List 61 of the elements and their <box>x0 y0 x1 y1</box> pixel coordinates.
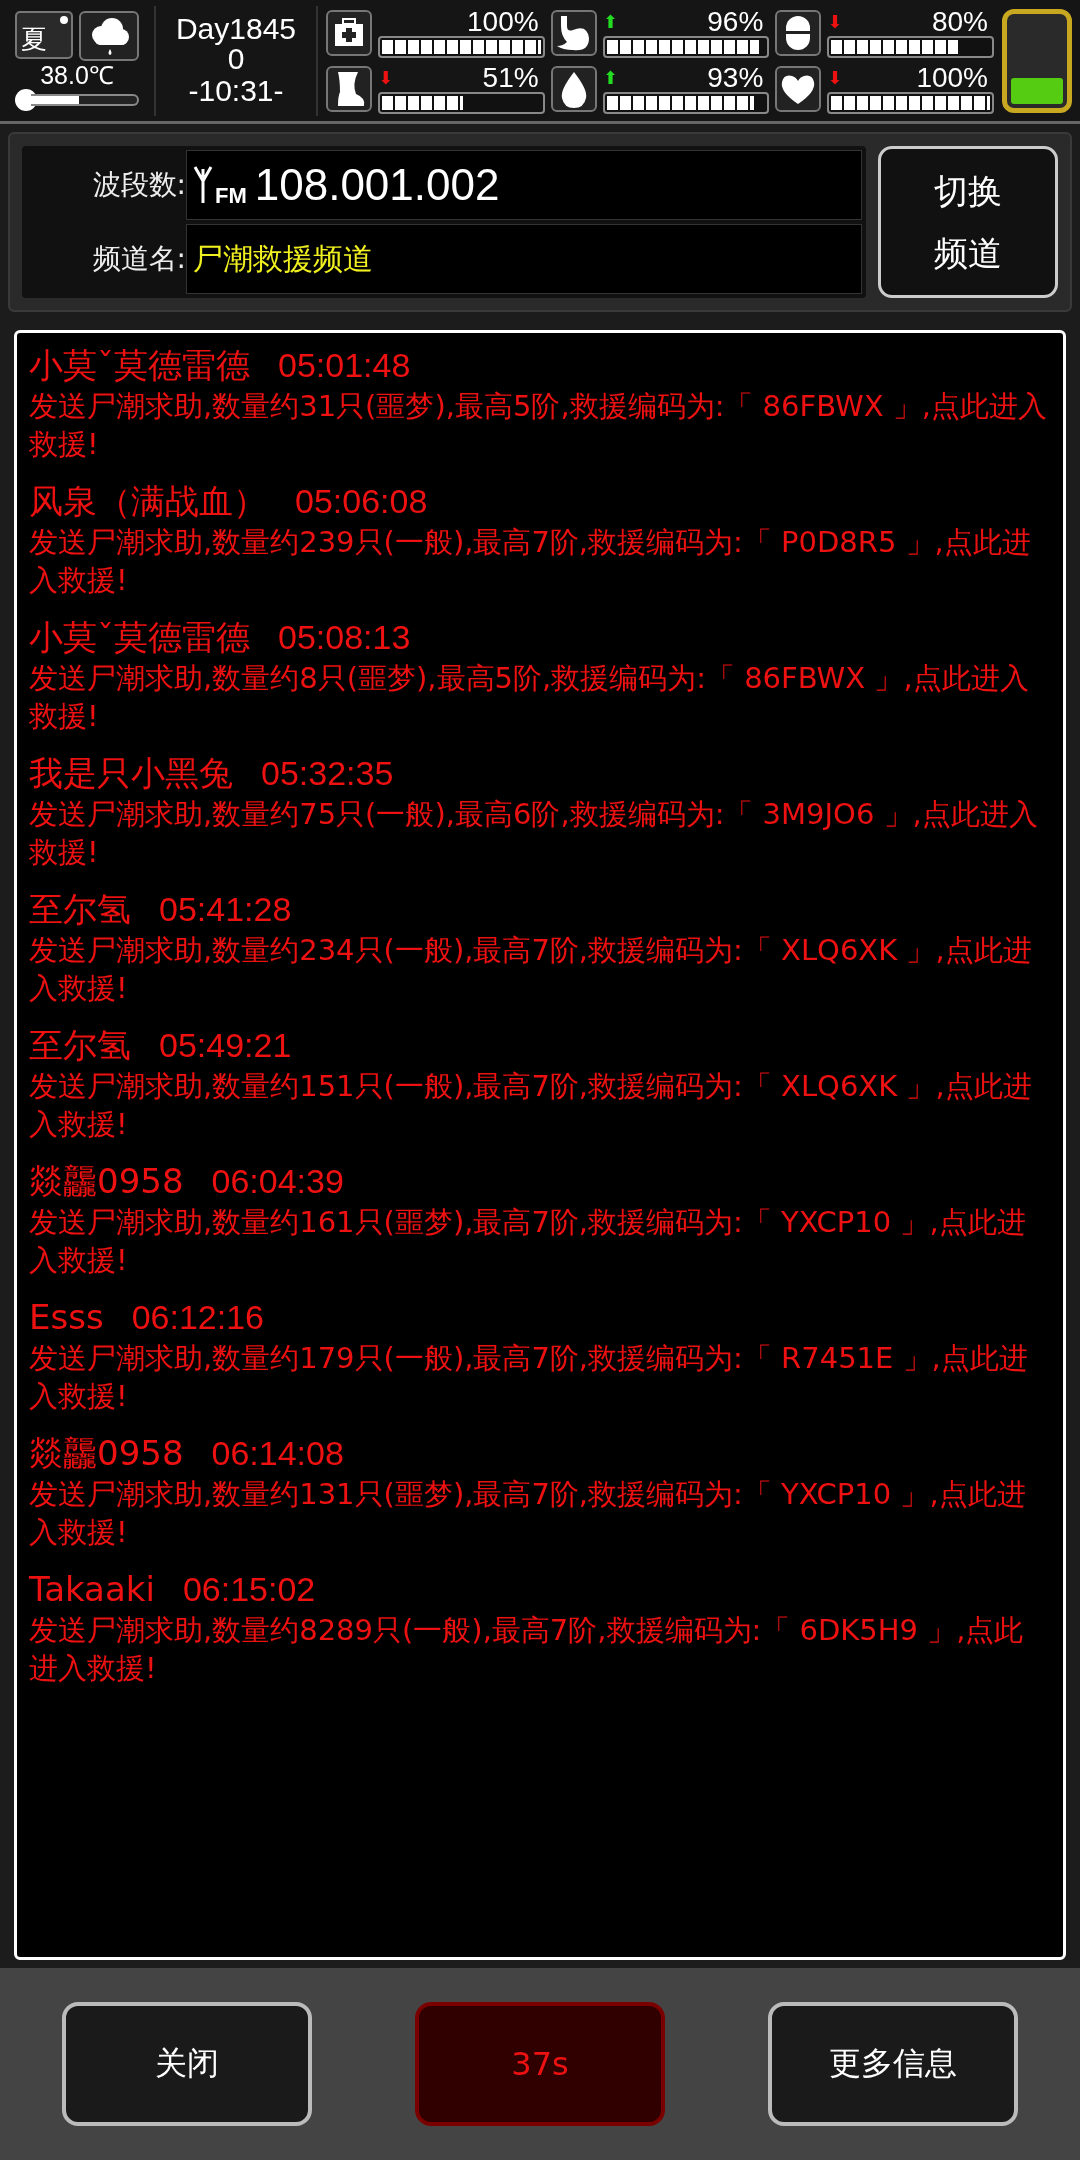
band-value: 108.001.002 <box>254 160 500 210</box>
trend-arrow: ⬇ <box>827 10 843 33</box>
trend-arrow: ⬆ <box>602 10 618 33</box>
medkit-icon <box>326 9 372 56</box>
channel-name: 尸潮救援频道 <box>193 239 373 278</box>
stat-reading: 93% <box>707 63 764 92</box>
rain-cloud-icon <box>79 10 139 61</box>
channel-name-label: 频道名: <box>91 241 186 277</box>
stat-reading: 51% <box>482 63 539 92</box>
rescue-message[interactable]: 发送尸潮求助,数量约131只(噩梦),最高7阶,救援编码为:「 YXCP10 」,点此进入救援! <box>29 1475 1051 1551</box>
trend-arrow: ⬇ <box>827 66 843 89</box>
stat-reading: 80% <box>931 7 988 36</box>
rescue-message[interactable]: 发送尸潮求助,数量约31只(噩梦),最高5阶,救援编码为:「 86FBWX 」,点此进入救援! <box>29 387 1051 463</box>
antenna-icon <box>193 165 213 205</box>
countdown-button[interactable]: 37s <box>415 2002 665 2126</box>
message-time: 06:14:08 <box>211 1433 344 1474</box>
rescue-message[interactable]: 发送尸潮求助,数量约234只(一般),最高7阶,救援编码为:「 XLQ6XK 」,点此进入救援! <box>29 931 1051 1007</box>
message-time: 06:12:16 <box>131 1297 264 1338</box>
close-button[interactable]: 关闭 <box>62 2002 312 2126</box>
message-time: 05:41:28 <box>159 889 292 930</box>
sender-name: 小莫ˇ莫德雷德 <box>29 344 250 387</box>
stomach-icon <box>550 9 597 56</box>
message-time: 06:15:02 <box>182 1569 316 1610</box>
rescue-message[interactable]: 发送尸潮求助,数量约239只(一般),最高7阶,救援编码为:「 P0D8R5 」,点此进入救援! <box>29 523 1051 599</box>
sender-name: 风泉（满战血） <box>29 480 267 523</box>
boot-icon <box>326 65 372 112</box>
message-time: 05:32:35 <box>261 753 394 794</box>
sender-name: 小莫ˇ莫德雷德 <box>29 616 250 659</box>
sender-name: 我是只小黑兔 <box>29 752 233 795</box>
message-time: 05:49:21 <box>159 1025 292 1066</box>
sender-name: 燚龘0958 <box>29 1432 184 1475</box>
season-badge: 夏 <box>15 10 73 59</box>
rescue-message[interactable]: 发送尸潮求助,数量约161只(噩梦),最高7阶,救援编码为:「 YXCP10 」,点此进入救援! <box>29 1203 1051 1279</box>
sender-name: 至尔氢 <box>29 888 131 931</box>
temperature-reading: 38.0℃ <box>40 60 114 89</box>
stat-reading: 100% <box>916 63 988 92</box>
trend-arrow: ⬆ <box>602 66 618 89</box>
fm-label: FM <box>215 183 247 209</box>
message-time: 05:06:08 <box>295 481 428 522</box>
trend-arrow: ⬇ <box>378 66 394 89</box>
message-time: 05:08:13 <box>278 617 411 658</box>
message-time: 06:04:39 <box>211 1161 344 1202</box>
more-info-button[interactable]: 更多信息 <box>768 2002 1018 2126</box>
rescue-message[interactable]: 发送尸潮求助,数量约151只(一般),最高7阶,救援编码为:「 XLQ6XK 」,点此进入救援! <box>29 1067 1051 1143</box>
water-drop-icon <box>550 65 597 112</box>
sender-name: 至尔氢 <box>29 1024 131 1067</box>
message-time: 05:01:48 <box>278 345 411 386</box>
rescue-message[interactable]: 发送尸潮求助,数量约8289只(一般),最高7阶,救援编码为:「 6DK5H9 」,点此进入救援! <box>29 1611 1051 1687</box>
sender-name: 燚龘0958 <box>29 1160 184 1203</box>
pill-icon <box>775 9 822 56</box>
stat-reading: 96% <box>707 7 764 36</box>
stat-reading: 100% <box>467 7 539 36</box>
sender-name: Esss <box>29 1296 104 1339</box>
rescue-message[interactable]: 发送尸潮求助,数量约179只(一般),最高7阶,救援编码为:「 R7451E 」,点此进入救援! <box>29 1339 1051 1415</box>
switch-channel-button[interactable]: 切换频道 <box>878 146 1058 298</box>
rescue-message[interactable]: 发送尸潮求助,数量约8只(噩梦),最高5阶,救援编码为:「 86FBWX 」,点此进入救援! <box>29 659 1051 735</box>
game-time: -10:31- <box>188 73 284 108</box>
rescue-message[interactable]: 发送尸潮求助,数量约75只(一般),最高6阶,救援编码为:「 3M9JO6 」,点此进入救援! <box>29 795 1051 871</box>
sender-name: Takaaki <box>29 1568 155 1611</box>
band-label: 波段数: <box>91 167 186 203</box>
day-counter: Day18450 <box>174 13 298 74</box>
